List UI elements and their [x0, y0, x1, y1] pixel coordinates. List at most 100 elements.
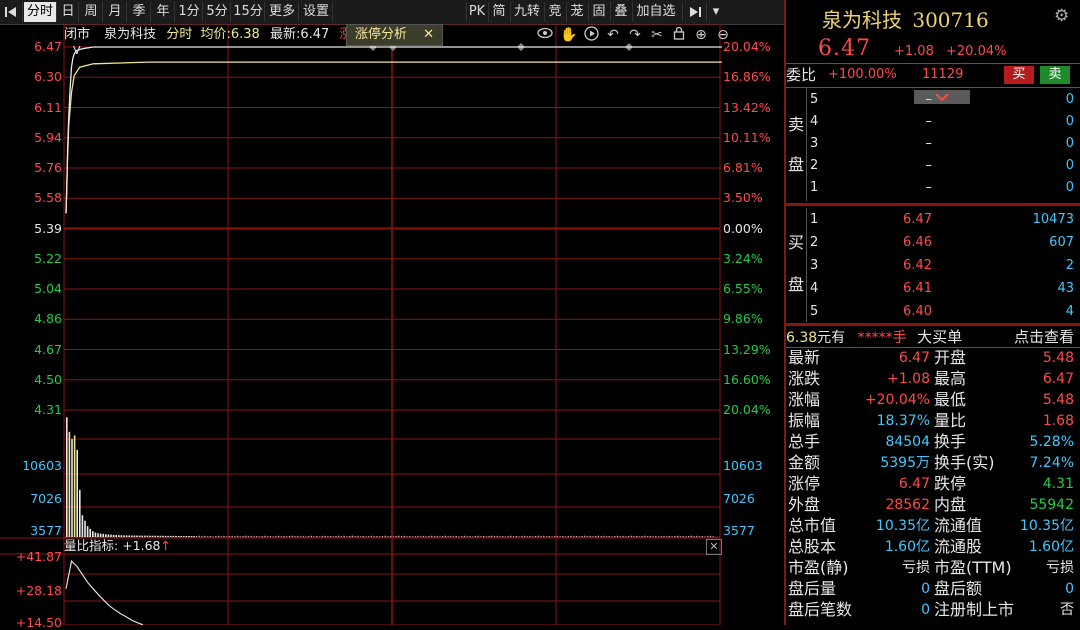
stat-value: 55942: [1029, 497, 1074, 513]
zoom-in-icon[interactable]: ⊕: [692, 26, 710, 44]
period-tab-10[interactable]: 设置: [300, 2, 333, 22]
volume-bar: [269, 535, 271, 537]
book-volume: 0: [1065, 136, 1074, 151]
stat-label: 外盘: [788, 495, 821, 514]
period-tab-2[interactable]: 周: [80, 2, 103, 22]
volume-bar: [422, 535, 425, 537]
volume-bar: [436, 535, 438, 537]
volume-bar: [183, 535, 185, 537]
big-buy-order-row[interactable]: 6.38元有 *****手 大买单 点击查看: [786, 327, 1078, 347]
book-level: 5: [810, 92, 819, 107]
volume-bar: [136, 535, 138, 537]
volume-bar: [250, 535, 252, 537]
book-divider: [786, 323, 1080, 326]
volume-bar: [409, 535, 411, 537]
period-tab-7[interactable]: 5分: [204, 2, 231, 22]
tool-button-1[interactable]: 简: [488, 2, 509, 22]
eye-icon[interactable]: [536, 26, 554, 44]
gear-icon[interactable]: ⚙: [1054, 6, 1069, 26]
stat-value: 1.60亿: [884, 539, 930, 555]
scissors-icon[interactable]: ✂: [648, 26, 666, 44]
period-tab-4[interactable]: 季: [128, 2, 151, 22]
period-tab-0[interactable]: 分时: [24, 2, 57, 22]
volume-bar: [584, 535, 586, 537]
volume-bar: [504, 536, 507, 537]
close-indicator-icon[interactable]: ✕: [706, 539, 722, 555]
volume-bar: [682, 535, 684, 537]
volume-bar: [575, 535, 578, 537]
big-buy-link[interactable]: 点击查看: [1014, 327, 1074, 347]
big-buy-stars: *****: [857, 330, 893, 346]
tool-button-7[interactable]: 加自选: [632, 2, 679, 22]
volume-bar: [297, 535, 299, 537]
volume-bar: [649, 535, 651, 537]
volume-bar: [261, 536, 263, 537]
volume-bar: [570, 535, 572, 537]
volume-bar: [384, 535, 386, 537]
volume-bar: [76, 449, 78, 537]
book-level: 4: [810, 281, 819, 296]
dropdown-icon[interactable]: ▾: [706, 2, 725, 22]
book-volume: 0: [1065, 114, 1074, 129]
volume-bar: [231, 535, 233, 537]
stat-label: 涨跌: [788, 369, 821, 388]
book-price: –: [925, 136, 933, 151]
stat-label: 盘后量: [788, 579, 837, 598]
volume-bar: [466, 536, 468, 537]
volume-bar: [477, 535, 479, 537]
tool-button-5[interactable]: 固: [588, 2, 609, 22]
period-tab-3[interactable]: 月: [104, 2, 127, 22]
book-level: 3: [810, 136, 819, 151]
next-arrow-icon[interactable]: [682, 2, 707, 22]
undo-icon[interactable]: ↶: [604, 26, 622, 44]
hand-icon[interactable]: ✋: [560, 26, 578, 44]
volume-tick-label: 7026: [30, 491, 62, 506]
volume-bar: [112, 534, 115, 537]
period-tab-9[interactable]: 更多: [266, 2, 299, 22]
stat-value: 5395万: [880, 455, 930, 471]
limit-up-analysis-tab[interactable]: 涨停分析 ✕: [346, 24, 444, 46]
chart-canvas: [0, 24, 722, 625]
volume-bar: [362, 535, 364, 537]
book-level: 1: [810, 180, 819, 195]
volume-bar: [652, 536, 654, 537]
volume-bar: [201, 536, 203, 537]
tool-button-4[interactable]: 茏: [566, 2, 587, 22]
volume-bar: [226, 536, 228, 537]
sell-button[interactable]: 卖: [1040, 66, 1070, 84]
volume-bar: [417, 535, 419, 537]
volume-bar: [73, 435, 76, 537]
redo-icon[interactable]: ↷: [626, 26, 644, 44]
volume-bar: [278, 535, 280, 537]
lock-icon[interactable]: [670, 26, 688, 44]
price-tick-label: 6.30: [34, 69, 62, 85]
play-icon[interactable]: [582, 26, 600, 44]
volume-bar: [94, 532, 97, 537]
prev-arrow-icon[interactable]: [0, 2, 23, 22]
period-tab-6[interactable]: 1分: [176, 2, 203, 22]
volume-bar: [406, 536, 408, 537]
tool-button-3[interactable]: 竞: [544, 2, 565, 22]
period-tab-5[interactable]: 年: [152, 2, 175, 22]
volume-bar: [256, 535, 258, 537]
volume-bar: [461, 536, 463, 537]
tool-button-6[interactable]: 叠: [610, 2, 631, 22]
tool-button-0[interactable]: PK: [466, 2, 487, 22]
volume-bar: [444, 535, 446, 537]
volume-bar: [690, 535, 692, 537]
close-icon[interactable]: ✕: [423, 27, 434, 42]
volume-bar: [379, 536, 381, 537]
book-level: 2: [810, 235, 819, 250]
buy-button[interactable]: 买: [1004, 66, 1034, 84]
period-tab-8[interactable]: 15分: [232, 2, 265, 22]
volume-bar: [177, 535, 180, 537]
volume-bar: [299, 536, 302, 537]
pct-tick-label: 6.81%: [723, 160, 763, 175]
stat-value: 28562: [885, 497, 930, 513]
intraday-chart[interactable]: [0, 24, 784, 625]
volume-bar: [71, 439, 73, 537]
tool-button-2[interactable]: 九转: [510, 2, 543, 22]
volume-bar: [647, 536, 649, 537]
volume-bar: [324, 535, 326, 537]
period-tab-1[interactable]: 日: [58, 2, 79, 22]
